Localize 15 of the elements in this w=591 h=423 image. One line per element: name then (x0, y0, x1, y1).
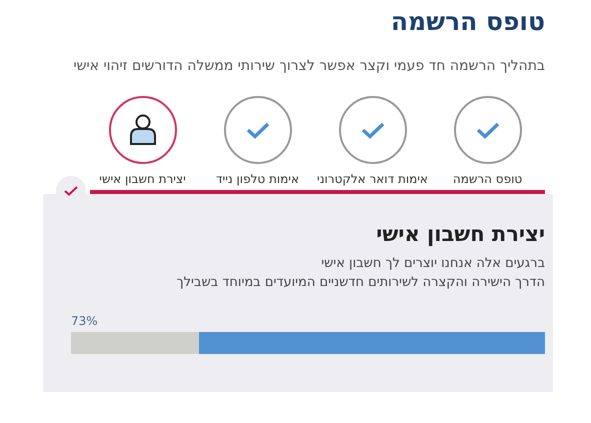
intro-text: בתהליך הרשמה חד פעמי וקצר אפשר לצרוך שירותי ממשלה הדורשים זיהוי אישי (73, 58, 545, 74)
progress-percent: 73% (71, 313, 98, 329)
panel-text: ברגעים אלה אנחנו יוצרים לך חשבון אישי (321, 255, 545, 273)
step-label: אימות דואר אלקטרוני (317, 171, 428, 187)
check-icon (64, 186, 78, 196)
step-label: יצירת חשבון אישי (99, 171, 186, 187)
person-icon (128, 114, 156, 146)
panel-heading: יצירת חשבון אישי (376, 222, 545, 246)
step-label: טופס הרשמה (452, 171, 522, 187)
page-title: טופס הרשמה (390, 7, 545, 36)
check-icon (476, 122, 500, 138)
panel-text: הדרך הישירה והקצרה לשירותים חדשניים המיועדים במיוחד בשבילך (176, 274, 545, 292)
check-icon (360, 122, 384, 138)
check-icon (246, 122, 270, 138)
step-label: אימות טלפון נייד (216, 171, 299, 187)
